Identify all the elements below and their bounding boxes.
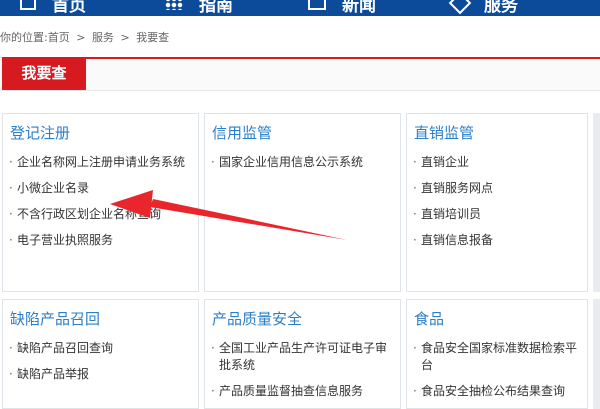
- nav-guide-label: 指南: [199, 0, 233, 16]
- page-title: 我要查: [2, 57, 86, 90]
- breadcrumb-location[interactable]: 你的位置:首页: [0, 31, 70, 44]
- nav-home[interactable]: 首页: [20, 0, 86, 16]
- card-title[interactable]: 食品: [414, 308, 444, 329]
- list-item[interactable]: 国家企业信用信息公示系统: [210, 154, 394, 171]
- nav-service-label: 服务: [484, 0, 518, 16]
- card-title[interactable]: 直销监管: [414, 122, 474, 143]
- card-title[interactable]: 登记注册: [10, 122, 70, 143]
- card-link-list: 直销企业 直销服务网点 直销培训员 直销信息报备: [412, 154, 581, 258]
- card-link-list: 缺陷产品召回查询 缺陷产品举报: [8, 340, 192, 392]
- list-item[interactable]: 食品安全抽检公布结果查询: [412, 383, 581, 400]
- news-icon: [308, 0, 326, 10]
- nav-news[interactable]: 新闻: [308, 0, 376, 16]
- breadcrumb: 你的位置:首页 > 服务 > 我要查: [0, 29, 172, 45]
- list-item[interactable]: 直销培训员: [412, 206, 581, 223]
- breadcrumb-service[interactable]: 服务: [92, 31, 114, 44]
- title-underline: [86, 57, 600, 59]
- card-link-list: 食品安全国家标准数据检索平台 食品安全抽检公布结果查询: [412, 340, 581, 409]
- list-item[interactable]: 电子营业执照服务: [8, 232, 192, 249]
- card-link-list: 企业名称网上注册申请业务系统 小微企业名录 不含行政区划企业名称查询 电子营业执…: [8, 154, 192, 258]
- card-link-list: 全国工业产品生产许可证电子审批系统 产品质量监督抽查信息服务: [210, 340, 394, 409]
- nav-news-label: 新闻: [342, 0, 376, 16]
- card-title[interactable]: 产品质量安全: [212, 308, 302, 329]
- card-title[interactable]: 缺陷产品召回: [10, 308, 100, 329]
- breadcrumb-current: 我要查: [136, 31, 170, 44]
- nav-guide[interactable]: 指南: [165, 0, 233, 16]
- top-navigation: 首页 指南 新闻 服务: [0, 0, 600, 16]
- list-item[interactable]: 缺陷产品举报: [8, 366, 192, 383]
- card-link-list: 国家企业信用信息公示系统: [210, 154, 394, 180]
- card-defect-recall: 缺陷产品召回 缺陷产品召回查询 缺陷产品举报: [2, 299, 199, 409]
- list-item[interactable]: 缺陷产品召回查询: [8, 340, 192, 357]
- list-item[interactable]: 食品安全国家标准数据检索平台: [412, 340, 581, 374]
- partial-card: [593, 113, 600, 292]
- card-title[interactable]: 信用监管: [212, 122, 272, 143]
- breadcrumb-separator: >: [120, 31, 130, 44]
- list-item[interactable]: 直销服务网点: [412, 180, 581, 197]
- list-item[interactable]: 直销信息报备: [412, 232, 581, 249]
- nav-home-label: 首页: [52, 0, 86, 16]
- list-item[interactable]: 直销企业: [412, 154, 581, 171]
- nav-service[interactable]: 服务: [448, 0, 518, 16]
- partial-card: [593, 299, 600, 409]
- card-registration: 登记注册 企业名称网上注册申请业务系统 小微企业名录 不含行政区划企业名称查询 …: [2, 113, 199, 292]
- title-bar: 我要查: [0, 57, 600, 91]
- card-credit-supervision: 信用监管 国家企业信用信息公示系统: [204, 113, 401, 292]
- list-item[interactable]: 小微企业名录: [8, 180, 192, 197]
- home-icon: [20, 0, 36, 10]
- list-item[interactable]: 企业名称网上注册申请业务系统: [8, 154, 192, 171]
- service-icon: [448, 0, 472, 15]
- list-item[interactable]: 全国工业产品生产许可证电子审批系统: [210, 340, 394, 374]
- card-direct-sales: 直销监管 直销企业 直销服务网点 直销培训员 直销信息报备: [406, 113, 588, 292]
- guide-icon: [165, 0, 183, 10]
- list-item[interactable]: 不含行政区划企业名称查询: [8, 206, 192, 223]
- card-product-quality: 产品质量安全 全国工业产品生产许可证电子审批系统 产品质量监督抽查信息服务: [204, 299, 401, 409]
- breadcrumb-separator: >: [76, 31, 86, 44]
- card-food: 食品 食品安全国家标准数据检索平台 食品安全抽检公布结果查询: [406, 299, 588, 409]
- list-item[interactable]: 产品质量监督抽查信息服务: [210, 383, 394, 400]
